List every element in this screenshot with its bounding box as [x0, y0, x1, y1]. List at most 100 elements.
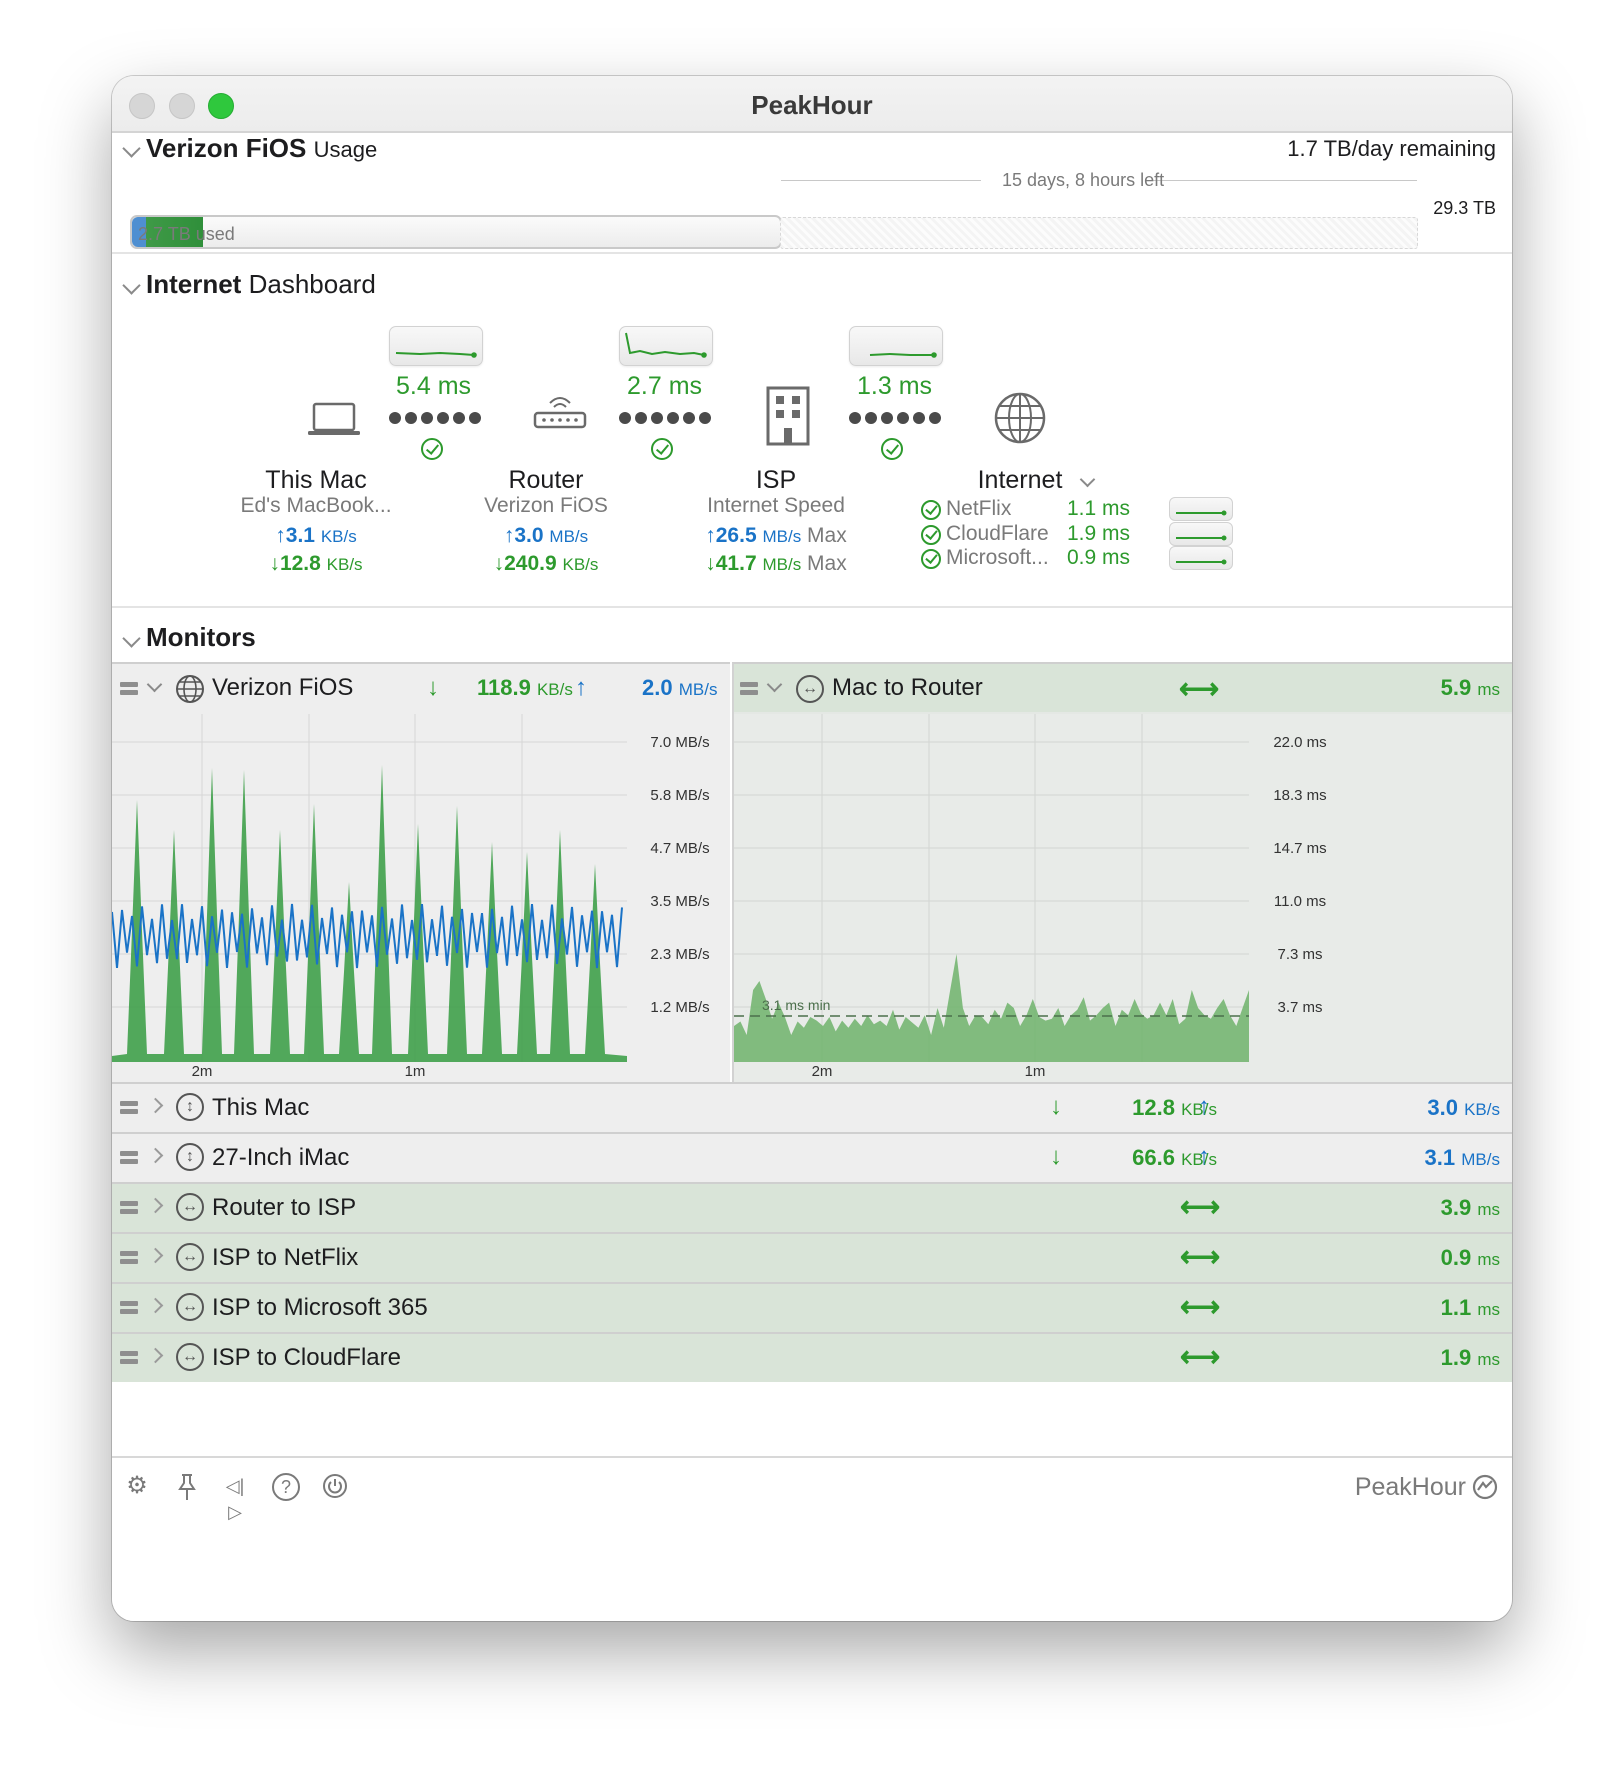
drag-handle-icon[interactable] — [740, 682, 758, 696]
node-router-sub: Verizon FiOS — [484, 494, 608, 517]
latency-arrow-icon: ⟷ — [1180, 1341, 1221, 1372]
monitor-row[interactable]: ↕ 27-Inch iMac ↓ 66.6 KB/s ↑ 3.1 MB/s — [112, 1132, 1512, 1182]
building-icon — [766, 386, 810, 446]
throughput-icon: ↕ — [176, 1143, 204, 1171]
monitor-row[interactable]: ↕ This Mac ↓ 12.8 KB/s ↑ 3.0 KB/s — [112, 1082, 1512, 1132]
gear-icon[interactable]: ⚙ — [124, 1473, 150, 1499]
y-tick-label: 4.7 MB/s — [650, 840, 709, 857]
globe-icon — [176, 675, 204, 703]
monitor-row[interactable]: ↔ ISP to CloudFlare ⟷ 1.9 ms — [112, 1332, 1512, 1382]
upload-arrow-icon: ↑ — [575, 674, 587, 701]
monitor-row-name: ISP to NetFlix — [212, 1244, 359, 1271]
footer-toolbar: ⚙ ◁|▷ ? PeakHour — [112, 1456, 1512, 1621]
verizon-throughput-chart: 7.0 MB/s 5.8 MB/s 4.7 MB/s 3.5 MB/s 2.3 MB/s… — [112, 714, 730, 1082]
target-cloudflare-name: CloudFlare — [946, 522, 1049, 545]
monitor-row[interactable]: ↔ Router to ISP ⟷ 3.9 ms — [112, 1182, 1512, 1232]
y-tick-label: 3.5 MB/s — [650, 893, 709, 910]
mac-router-latency-chart: 22.0 ms 18.3 ms 14.7 ms 11.0 ms 7.3 ms 3.7 ms… — [734, 714, 1512, 1082]
y-tick-label: 22.0 ms — [1273, 734, 1326, 751]
monitor-row-value: 1.9 ms — [1440, 1345, 1500, 1370]
usage-label: Usage — [313, 137, 378, 162]
target-cloudflare-sparkline — [1169, 522, 1233, 546]
pin-icon[interactable] — [174, 1473, 200, 1500]
x-tick-label: 2m — [812, 1063, 833, 1080]
link-1-sparkline — [389, 326, 483, 366]
power-icon[interactable] — [322, 1473, 348, 1499]
y-tick-label: 3.7 ms — [1277, 999, 1322, 1016]
monitor-row-value: 3.9 ms — [1440, 1195, 1500, 1220]
x-tick-label: 2m — [192, 1063, 213, 1080]
monitor-row-value: 0.9 ms — [1440, 1245, 1500, 1270]
monitor-row-value: 1.1 ms — [1440, 1295, 1500, 1320]
node-isp-down: ↓41.7 MB/s Max — [705, 552, 847, 575]
link-1-check-icon — [421, 438, 443, 460]
node-isp-name: ISP — [755, 466, 797, 494]
y-tick-label: 5.8 MB/s — [650, 787, 709, 804]
expand-chevron-icon[interactable] — [147, 1247, 164, 1264]
link-2-check-icon — [651, 438, 673, 460]
monitor-row-name: Router to ISP — [212, 1194, 357, 1221]
y-tick-label: 14.7 ms — [1273, 840, 1326, 857]
latency-icon: ↔ — [176, 1293, 204, 1321]
peakhour-logo-icon — [1472, 1474, 1498, 1500]
peakhour-window: PeakHour Verizon FiOS Usage 1.7 TB/day r… — [112, 76, 1512, 1621]
expand-chevron-icon[interactable] — [147, 1347, 164, 1364]
dashboard-collapse-chevron-icon[interactable] — [122, 276, 141, 295]
monitor-row-name: 27-Inch iMac — [212, 1144, 350, 1171]
time-left-line-left — [781, 180, 981, 181]
y-tick-label: 7.0 MB/s — [650, 734, 709, 751]
help-icon[interactable]: ? — [272, 1473, 300, 1501]
drag-handle-icon[interactable] — [120, 1151, 138, 1165]
expand-chevron-icon[interactable] — [147, 1197, 164, 1214]
upload-arrow-icon: ↑ — [1198, 1093, 1210, 1120]
node-this-mac-sub: Ed's MacBook... — [240, 494, 392, 517]
node-this-mac-up: ↑3.1 KB/s — [275, 524, 357, 547]
usage-used: 2.7 TB used — [138, 224, 235, 244]
drag-handle-icon[interactable] — [120, 1251, 138, 1265]
drag-handle-icon[interactable] — [120, 1351, 138, 1365]
usage-total: 29.3 TB — [1433, 198, 1496, 218]
usage-section-title: Verizon FiOS Usage — [146, 133, 377, 164]
target-microsoft-latency: 0.9 ms — [1067, 546, 1131, 569]
monitor-mac-router-name: Mac to Router — [832, 674, 983, 701]
y-tick-label: 7.3 ms — [1277, 946, 1322, 963]
node-isp-sub: Internet Speed — [707, 494, 845, 517]
y-tick-label: 2.3 MB/s — [650, 946, 709, 963]
split-view-icon[interactable]: ◁|▷ — [222, 1473, 248, 1522]
drag-handle-icon[interactable] — [120, 682, 138, 696]
node-this-mac-name: This Mac — [265, 466, 367, 494]
monitor-verizon-down: 118.9 KB/s — [477, 675, 573, 700]
link-3-sparkline — [849, 326, 943, 366]
laptop-icon — [308, 402, 360, 435]
usage-remaining: 1.7 TB/day remaining — [1287, 136, 1496, 161]
title-bar: PeakHour — [112, 76, 1512, 133]
node-router-up: ↑3.0 MB/s — [503, 524, 589, 547]
y-tick-label: 18.3 ms — [1273, 787, 1326, 804]
target-netflix-latency: 1.1 ms — [1067, 497, 1131, 520]
target-microsoft-sparkline — [1169, 546, 1233, 570]
monitor-row[interactable]: ↔ ISP to Microsoft 365 ⟷ 1.1 ms — [112, 1282, 1512, 1332]
drag-handle-icon[interactable] — [120, 1301, 138, 1315]
usage-time-left: 15 days, 8 hours left — [1002, 170, 1165, 190]
download-arrow-icon: ↓ — [427, 674, 439, 701]
target-cloudflare-check-icon — [921, 525, 941, 545]
expand-chevron-icon[interactable] — [147, 1297, 164, 1314]
monitor-row[interactable]: ↔ ISP to NetFlix ⟷ 0.9 ms — [112, 1232, 1512, 1282]
drag-handle-icon[interactable] — [120, 1201, 138, 1215]
link-2-latency: 2.7 ms — [627, 372, 703, 400]
link-3-check-icon — [881, 438, 903, 460]
latency-icon: ↔ — [796, 675, 824, 703]
expand-chevron-icon[interactable] — [147, 1147, 164, 1164]
download-arrow-icon: ↓ — [1050, 1093, 1062, 1120]
target-netflix-check-icon — [921, 500, 941, 520]
usage-collapse-chevron-icon[interactable] — [122, 139, 141, 158]
link-1-latency: 5.4 ms — [396, 372, 472, 400]
drag-handle-icon[interactable] — [120, 1101, 138, 1115]
monitor-row-name: ISP to CloudFlare — [212, 1344, 401, 1371]
monitor-verizon-name: Verizon FiOS — [212, 674, 354, 701]
usage-projection-area — [780, 217, 1418, 249]
expand-chevron-icon[interactable] — [147, 1097, 164, 1114]
monitors-collapse-chevron-icon[interactable] — [122, 629, 141, 648]
target-cloudflare-latency: 1.9 ms — [1067, 522, 1131, 545]
latency-arrow-icon: ⟷ — [1180, 1241, 1221, 1272]
